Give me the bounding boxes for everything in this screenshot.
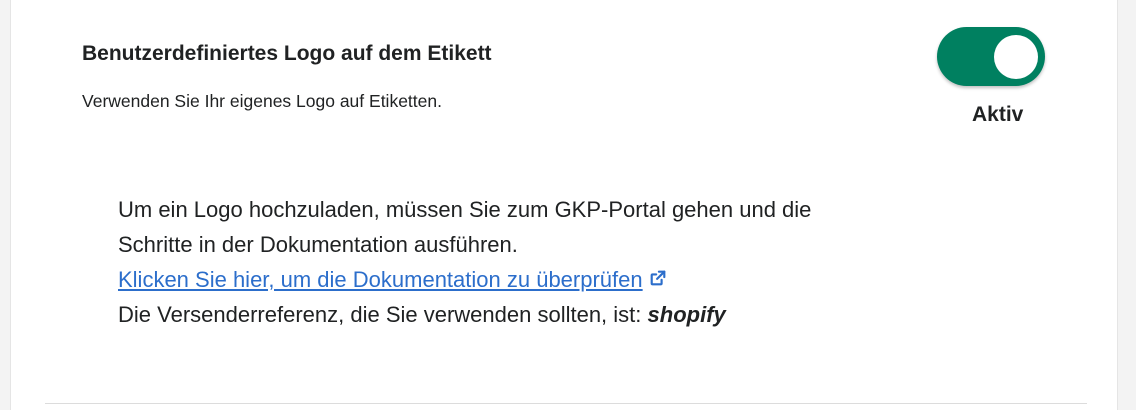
documentation-link[interactable]: Klicken Sie hier, um die Dokumentation z… xyxy=(118,267,643,292)
sender-reference-value: shopify xyxy=(647,302,726,327)
toggle-knob xyxy=(994,35,1038,79)
setting-description: Verwenden Sie Ihr eigenes Logo auf Etike… xyxy=(82,91,442,111)
sender-reference-text: Die Versenderreferenz, die Sie verwenden… xyxy=(118,302,642,327)
documentation-link-row: Klicken Sie hier, um die Dokumentation z… xyxy=(118,262,811,297)
documentation-link-label: Klicken Sie hier, um die Dokumentation z… xyxy=(118,267,643,292)
external-link-icon[interactable] xyxy=(649,262,667,297)
setting-title: Benutzerdefiniertes Logo auf dem Etikett xyxy=(82,42,492,65)
custom-logo-toggle[interactable] xyxy=(937,27,1045,86)
info-line-1: Um ein Logo hochzuladen, müssen Sie zum … xyxy=(118,197,812,222)
section-divider xyxy=(45,403,1087,404)
logo-upload-info: Um ein Logo hochzuladen, müssen Sie zum … xyxy=(118,192,811,332)
toggle-status-label: Aktiv xyxy=(972,103,1024,126)
sender-reference-row: Die Versenderreferenz, die Sie verwenden… xyxy=(118,297,811,332)
settings-card: Benutzerdefiniertes Logo auf dem Etikett… xyxy=(10,0,1118,410)
info-line-2: Schritte in der Dokumentation ausführen. xyxy=(118,232,518,257)
